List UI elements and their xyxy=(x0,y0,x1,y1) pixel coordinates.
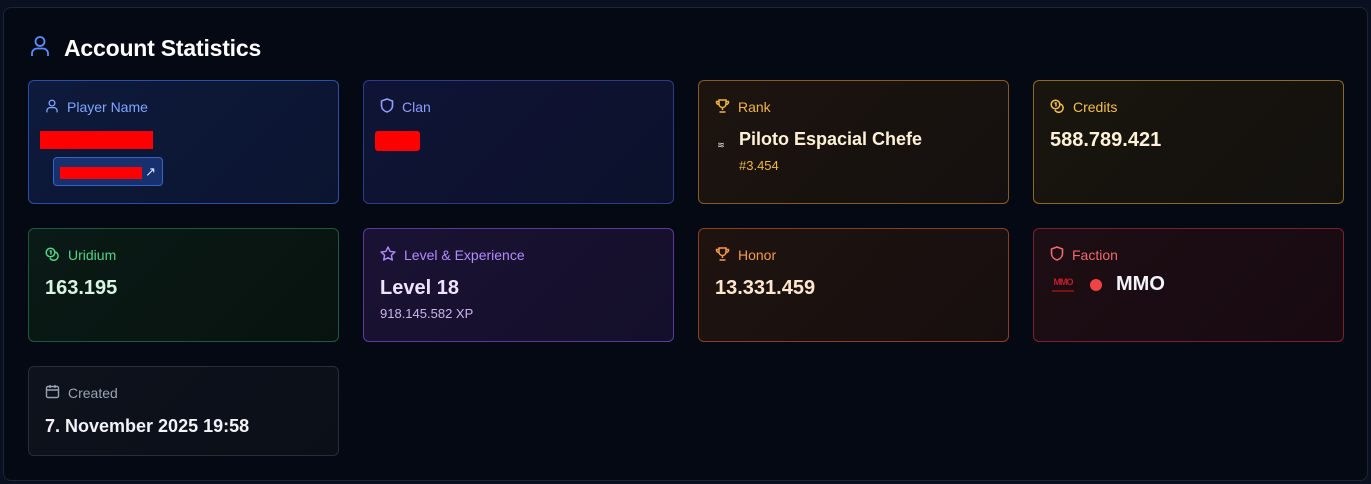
rank-insignia-icon: ≋ xyxy=(717,140,725,150)
experience-value: 918.145.582 XP xyxy=(380,306,474,321)
credits-label: Credits xyxy=(1073,99,1118,115)
created-label-row: Created xyxy=(45,385,322,401)
section-title: Account Statistics xyxy=(64,34,262,61)
redacted-player-id xyxy=(60,167,142,179)
credits-label-row: Credits xyxy=(1050,98,1327,116)
uridium-label: Uridium xyxy=(68,247,117,263)
clan-label: Clan xyxy=(402,99,431,115)
rank-position: #3.454 xyxy=(739,158,779,173)
rank-info: ≋ Piloto Espacial Chefe #3.454 xyxy=(715,129,992,173)
player-name-card: Player Name ↗ xyxy=(28,80,339,204)
honor-label: Honor xyxy=(738,247,777,263)
coins-icon xyxy=(45,246,60,264)
honor-label-row: Honor xyxy=(715,246,992,264)
uridium-value: 163.195 xyxy=(45,277,118,299)
user-icon xyxy=(45,99,59,116)
created-label: Created xyxy=(68,385,118,401)
credits-card: Credits 588.789.421 xyxy=(1033,80,1344,204)
external-link-icon: ↗ xyxy=(145,163,156,179)
section-header: Account Statistics xyxy=(30,34,261,62)
shield-icon xyxy=(380,98,394,116)
player-name-label-row: Player Name xyxy=(45,99,322,115)
level-label: Level & Experience xyxy=(404,247,525,263)
faction-name: MMO xyxy=(1116,273,1165,295)
coins-icon xyxy=(1050,98,1065,116)
player-name-label: Player Name xyxy=(67,99,148,115)
uridium-label-row: Uridium xyxy=(45,246,322,264)
redacted-clan-name[interactable] xyxy=(375,131,420,151)
faction-logo: MMO xyxy=(1050,274,1076,296)
created-value: 7. November 2025 19:58 xyxy=(45,416,250,436)
level-label-row: Level & Experience xyxy=(380,246,657,264)
credits-value: 588.789.421 xyxy=(1050,129,1162,151)
trophy-icon xyxy=(715,98,730,116)
rank-card: Rank ≋ Piloto Espacial Chefe #3.454 xyxy=(698,80,1009,204)
user-icon xyxy=(30,35,50,62)
honor-value: 13.331.459 xyxy=(715,277,816,299)
redacted-player-name xyxy=(40,131,153,149)
honor-card: Honor 13.331.459 xyxy=(698,228,1009,342)
trophy-icon xyxy=(715,246,730,264)
level-value: Level 18 xyxy=(380,277,459,299)
rank-label: Rank xyxy=(738,99,771,115)
uridium-card: Uridium 163.195 xyxy=(28,228,339,342)
player-profile-link[interactable]: ↗ xyxy=(53,157,163,186)
faction-card: Faction MMO MMO xyxy=(1033,228,1344,342)
clan-card: Clan xyxy=(363,80,674,204)
calendar-icon xyxy=(45,384,60,402)
rank-label-row: Rank xyxy=(715,98,992,116)
star-icon xyxy=(380,246,396,264)
shield-icon xyxy=(1050,246,1064,264)
level-card: Level & Experience Level 18 918.145.582 … xyxy=(363,228,674,342)
faction-info: MMO MMO xyxy=(1050,273,1327,296)
created-card: Created 7. November 2025 19:58 xyxy=(28,366,339,456)
faction-label: Faction xyxy=(1072,247,1118,263)
clan-label-row: Clan xyxy=(380,98,657,116)
faction-label-row: Faction xyxy=(1050,246,1327,264)
rank-name: Piloto Espacial Chefe xyxy=(739,129,923,149)
faction-color-dot xyxy=(1090,278,1102,291)
